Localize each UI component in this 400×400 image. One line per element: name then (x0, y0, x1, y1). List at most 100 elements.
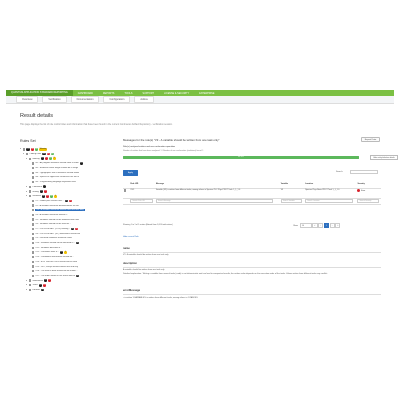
analysis-section-title: Rule(s) analyzed entities and non confor… (123, 146, 176, 148)
expand-arrow-icon[interactable]: ▾ (20, 148, 22, 150)
column-filter-input[interactable]: Search Message (155, 199, 273, 203)
rule-checkbox[interactable] (29, 157, 32, 160)
progress-fill: 99.8% (123, 156, 359, 159)
explanation-text: Detailed explanation : Writing a variabl… (123, 273, 328, 275)
rule-checkbox[interactable] (32, 204, 35, 207)
count-badge: 1 (42, 283, 46, 287)
page-button[interactable]: ‹ (318, 223, 324, 228)
rule-checkbox[interactable] (32, 176, 35, 179)
column-filter-input[interactable]: Search Variable (280, 199, 303, 203)
nav-item[interactable]: REPORTS (98, 92, 120, 95)
expand-arrow-icon[interactable]: ▾ (23, 153, 25, 155)
rule-label: N2 - Elements name length should be in r… (35, 167, 79, 170)
rule-checkbox[interactable] (29, 284, 32, 287)
rule-checkbox[interactable] (23, 148, 26, 151)
nav-item[interactable]: LICENSE & SECURITY (159, 92, 194, 95)
rule-label: N4 - Special or uppercase characters are… (35, 176, 79, 179)
filter-cell: Search Location (304, 198, 357, 205)
rule-checkbox[interactable] (26, 152, 29, 156)
expand-arrow-icon[interactable]: ▾ (26, 158, 28, 160)
expand-arrow-icon[interactable]: ▾ (26, 195, 28, 197)
rule-checkbox[interactable] (32, 180, 35, 184)
rule-checkbox[interactable] (32, 162, 35, 165)
nav-item[interactable]: SUPPORT (137, 92, 159, 95)
hide-current-rule-link[interactable]: Hide current Rule (123, 236, 139, 238)
rule-checkbox[interactable] (32, 274, 35, 278)
tab-overview[interactable]: Overview (16, 96, 39, 103)
rule-checkbox[interactable] (29, 185, 32, 189)
rule-label: V13 - Conditional instructions should be… (35, 256, 74, 259)
page-button[interactable]: » (335, 223, 341, 228)
tab-advice[interactable]: Advice (134, 96, 154, 103)
rule-checkbox[interactable] (32, 209, 35, 212)
count-badge: 3 (43, 279, 47, 282)
row-checkbox[interactable] (124, 189, 127, 192)
page-button[interactable]: › (329, 223, 335, 228)
table-row[interactable]: V3.5 Variable (V3) is written from differ… (123, 188, 381, 199)
page-size-select[interactable]: 10 (299, 223, 312, 228)
rule-checkbox[interactable] (32, 227, 35, 231)
rule-checkbox[interactable] (29, 190, 32, 193)
column-filter-input[interactable]: Search Location (305, 199, 353, 203)
collapse-arrow-icon[interactable]: ▸ (26, 280, 28, 282)
hide-details-button[interactable]: Hide entity/violation details (370, 155, 398, 160)
pagination: Show 10 «‹ 1 ›» (292, 223, 341, 228)
filter-row: Search Rule UID Search Message Search Vari… (123, 198, 381, 205)
search-input[interactable] (350, 170, 378, 174)
nav-item[interactable]: TOOLS (119, 92, 137, 95)
rule-checkbox[interactable] (32, 246, 35, 249)
column-filter-input[interactable]: Search Rule UID (130, 199, 153, 203)
rule-checkbox[interactable] (32, 241, 35, 245)
rule-checkbox[interactable] (32, 171, 35, 174)
count-badge: Warning (38, 147, 48, 151)
rule-checkbox[interactable] (29, 195, 32, 198)
rule-checkbox[interactable] (32, 232, 35, 235)
page-button[interactable]: « (312, 223, 318, 228)
rule-checkbox[interactable] (29, 288, 32, 292)
description-text: A variable should be written from one ta… (123, 269, 165, 271)
rule-label: V2 - A variable should be defined before… (35, 204, 79, 207)
rule-label: N5 - Programming language keywords shou (35, 181, 76, 184)
tab-verification[interactable]: Verification (42, 96, 67, 103)
error-message-text: • is written %VARIABLE% is written from … (123, 297, 198, 299)
nav-item[interactable]: ENTERPRISE (194, 92, 219, 95)
rule-label: V12 - Constants write is .. (35, 251, 60, 254)
page-description: This page displays the list of rule conf… (20, 124, 173, 126)
rule-checkbox[interactable] (32, 223, 35, 226)
collapse-arrow-icon[interactable]: ▸ (26, 186, 28, 188)
count-badge: 8 (34, 147, 38, 151)
collapse-arrow-icon[interactable]: ▸ (26, 284, 28, 286)
count-badge: 1 (75, 274, 79, 278)
collapse-arrow-icon[interactable]: ▸ (26, 191, 28, 193)
rule-checkbox[interactable] (32, 218, 35, 221)
violations-table: Rule UID Message Variable Location Severity … (123, 182, 381, 205)
tab-documentation[interactable]: Documentation (70, 96, 100, 103)
rule-label: V6 - Variables should not be used as .. (35, 223, 71, 226)
rule-checkbox[interactable] (32, 270, 35, 273)
rule-label: V5 - Variables should not be initialized… (35, 218, 80, 221)
rule-checkbox[interactable] (32, 237, 35, 240)
rule-checkbox[interactable] (32, 213, 35, 217)
rule-tree-item[interactable]: ▸ Libraries 1 (20, 288, 115, 293)
nav-item[interactable]: DASHBOARD (73, 92, 98, 95)
column-filter-input[interactable]: Search Severity (357, 199, 379, 203)
rule-checkbox[interactable] (32, 255, 35, 259)
export-button[interactable]: Export Data (361, 137, 380, 142)
filter-cell: Search Rule UID (129, 198, 155, 205)
rule-label: V15 - UDT, arrays should contain one and… (35, 265, 79, 268)
rule-checkbox[interactable] (32, 265, 35, 268)
rule-checkbox[interactable] (32, 199, 35, 203)
rule-label: V7 - PROPRIETARY (POU) naming .. (35, 228, 71, 231)
count-badge: 1 (43, 190, 47, 193)
page-button[interactable]: 1 (323, 223, 329, 228)
collapse-arrow-icon[interactable]: ▸ (26, 289, 28, 291)
rule-checkbox[interactable] (32, 251, 35, 254)
tab-configuration[interactable]: Configuration (103, 96, 131, 103)
count-badge: 2 (47, 279, 51, 282)
rule-checkbox[interactable] (32, 260, 35, 264)
count-badge: 1 (64, 251, 68, 254)
rule-checkbox[interactable] (29, 279, 32, 282)
analysis-progress-bar: 99.8% (123, 156, 359, 159)
apply-button[interactable]: Apply (123, 170, 138, 176)
rule-checkbox[interactable] (32, 166, 35, 170)
